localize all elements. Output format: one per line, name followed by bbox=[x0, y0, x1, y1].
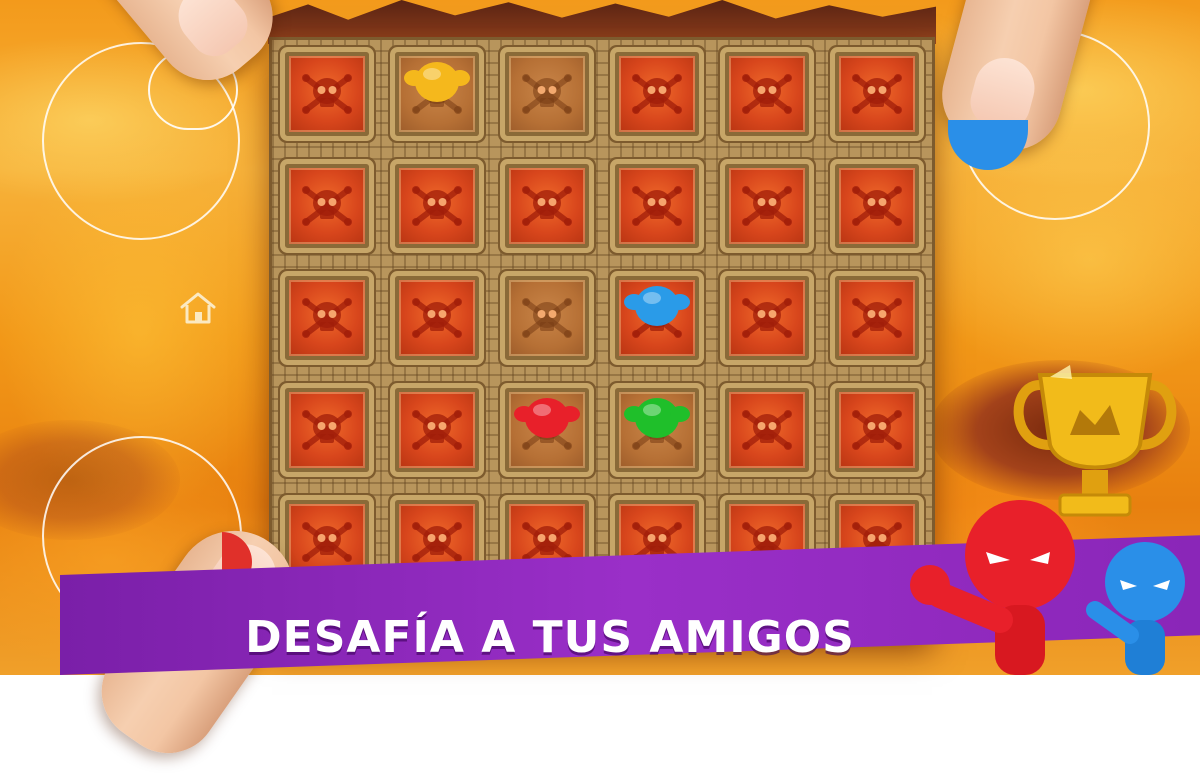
danger-tile bbox=[835, 388, 919, 472]
danger-tile bbox=[395, 164, 479, 248]
danger-tile bbox=[285, 388, 369, 472]
skull-crossbones-icon bbox=[302, 74, 352, 114]
skull-crossbones-icon bbox=[412, 410, 462, 450]
skull-crossbones-icon bbox=[742, 410, 792, 450]
skull-crossbones-icon bbox=[522, 298, 572, 338]
skull-crossbones-icon bbox=[412, 522, 462, 562]
danger-tile bbox=[615, 164, 699, 248]
danger-tile bbox=[725, 164, 809, 248]
red-player bbox=[514, 388, 580, 444]
skull-crossbones-icon bbox=[412, 186, 462, 226]
danger-tile bbox=[285, 276, 369, 360]
home-button[interactable] bbox=[178, 290, 218, 326]
yellow-player bbox=[404, 52, 470, 108]
danger-tile bbox=[725, 276, 809, 360]
skull-crossbones-icon bbox=[742, 298, 792, 338]
home-icon bbox=[180, 292, 216, 324]
danger-tile bbox=[835, 164, 919, 248]
safe-tile bbox=[505, 276, 589, 360]
blue-stickman-character bbox=[1086, 542, 1185, 675]
skull-crossbones-icon bbox=[852, 298, 902, 338]
skull-crossbones-icon bbox=[302, 186, 352, 226]
safe-tile bbox=[505, 52, 589, 136]
danger-tile bbox=[395, 276, 479, 360]
skull-crossbones-icon bbox=[632, 186, 682, 226]
green-player bbox=[624, 388, 690, 444]
danger-tile bbox=[395, 388, 479, 472]
skull-crossbones-icon bbox=[302, 522, 352, 562]
blue-player bbox=[624, 276, 690, 332]
danger-tile bbox=[835, 276, 919, 360]
danger-tile bbox=[835, 52, 919, 136]
danger-tile bbox=[285, 52, 369, 136]
danger-tile bbox=[615, 52, 699, 136]
skull-crossbones-icon bbox=[302, 410, 352, 450]
skull-crossbones-icon bbox=[852, 186, 902, 226]
danger-tile bbox=[505, 164, 589, 248]
skull-crossbones-icon bbox=[302, 298, 352, 338]
danger-tile bbox=[725, 52, 809, 136]
skull-crossbones-icon bbox=[522, 74, 572, 114]
skull-crossbones-icon bbox=[852, 410, 902, 450]
danger-tile bbox=[725, 388, 809, 472]
skull-crossbones-icon bbox=[742, 74, 792, 114]
skull-crossbones-icon bbox=[742, 186, 792, 226]
danger-tile bbox=[285, 164, 369, 248]
banner-title: DESAFÍA A TUS AMIGOS bbox=[245, 612, 855, 663]
skull-crossbones-icon bbox=[412, 298, 462, 338]
skull-crossbones-icon bbox=[522, 186, 572, 226]
skull-crossbones-icon bbox=[632, 74, 682, 114]
red-stickman-character bbox=[910, 500, 1075, 675]
skull-crossbones-icon bbox=[852, 74, 902, 114]
